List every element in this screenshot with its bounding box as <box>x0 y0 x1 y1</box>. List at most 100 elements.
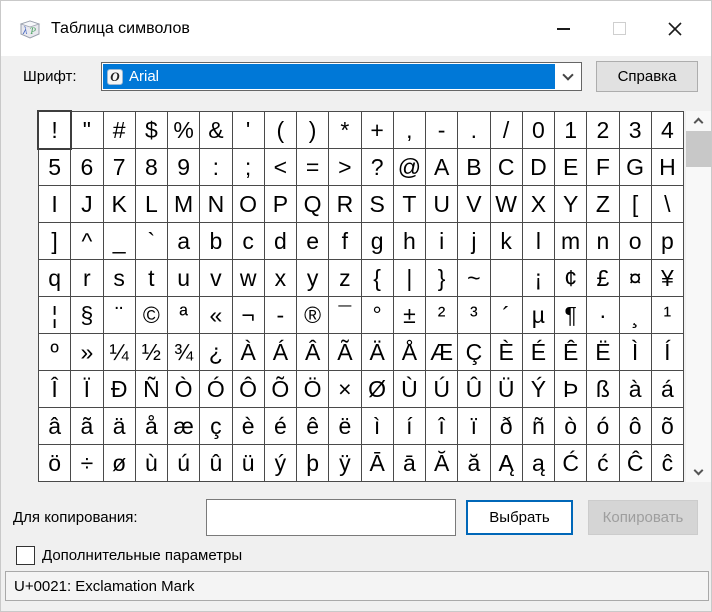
char-cell[interactable]: Q <box>297 186 328 222</box>
char-cell[interactable]: & <box>200 112 231 148</box>
char-cell[interactable]: Ú <box>426 371 457 407</box>
char-cell[interactable]: c <box>233 223 264 259</box>
char-cell[interactable]: ø <box>104 445 135 481</box>
close-button[interactable] <box>647 1 703 56</box>
char-cell[interactable]: Z <box>587 186 618 222</box>
char-cell[interactable]: ¼ <box>104 334 135 370</box>
char-cell[interactable]: q <box>39 260 70 296</box>
char-cell[interactable]: § <box>71 297 102 333</box>
char-cell[interactable]: k <box>491 223 522 259</box>
char-cell[interactable]: ã <box>71 408 102 444</box>
char-cell[interactable]: A <box>426 149 457 185</box>
char-cell[interactable]: ` <box>136 223 167 259</box>
char-cell[interactable]: æ <box>168 408 199 444</box>
char-cell[interactable]: Å <box>394 334 425 370</box>
char-cell[interactable]: 0 <box>523 112 554 148</box>
char-cell[interactable]: é <box>265 408 296 444</box>
char-cell[interactable]: Í <box>652 334 683 370</box>
char-cell[interactable]: K <box>104 186 135 222</box>
char-cell[interactable]: Ć <box>555 445 586 481</box>
char-cell[interactable]: 1 <box>555 112 586 148</box>
char-cell[interactable]: ö <box>39 445 70 481</box>
char-cell[interactable]: b <box>200 223 231 259</box>
char-cell[interactable]: â <box>39 408 70 444</box>
char-cell[interactable]: ç <box>200 408 231 444</box>
char-cell[interactable]: a <box>168 223 199 259</box>
char-cell[interactable]: ò <box>555 408 586 444</box>
char-cell[interactable]: + <box>362 112 393 148</box>
char-cell[interactable]: ó <box>587 408 618 444</box>
char-cell[interactable]: » <box>71 334 102 370</box>
char-cell[interactable]: ´ <box>491 297 522 333</box>
char-cell[interactable]: . <box>458 112 489 148</box>
char-cell[interactable]: è <box>233 408 264 444</box>
char-cell[interactable]: w <box>233 260 264 296</box>
char-cell[interactable]: í <box>394 408 425 444</box>
char-cell[interactable]: ă <box>458 445 489 481</box>
char-cell[interactable]: ¤ <box>620 260 651 296</box>
char-cell[interactable]: z <box>329 260 360 296</box>
char-cell[interactable]: ù <box>136 445 167 481</box>
char-cell[interactable]: Á <box>265 334 296 370</box>
char-cell[interactable]: _ <box>104 223 135 259</box>
char-cell[interactable]: $ <box>136 112 167 148</box>
char-cell[interactable]: Ì <box>620 334 651 370</box>
char-cell[interactable]: m <box>555 223 586 259</box>
char-cell[interactable]: % <box>168 112 199 148</box>
char-cell[interactable]: Ã <box>329 334 360 370</box>
char-cell[interactable]: i <box>426 223 457 259</box>
font-combobox[interactable]: O Arial <box>101 62 582 91</box>
help-button[interactable]: Справка <box>596 61 698 92</box>
char-cell[interactable]: î <box>426 408 457 444</box>
char-cell[interactable]: > <box>329 149 360 185</box>
char-cell[interactable]: ć <box>587 445 618 481</box>
char-cell[interactable]: M <box>168 186 199 222</box>
char-cell[interactable]: ¯ <box>329 297 360 333</box>
char-cell[interactable]: * <box>329 112 360 148</box>
char-cell[interactable]: Ò <box>168 371 199 407</box>
char-cell[interactable]: ¹ <box>652 297 683 333</box>
char-cell[interactable]: Y <box>555 186 586 222</box>
char-cell[interactable]: ô <box>620 408 651 444</box>
char-cell[interactable]: ¡ <box>523 260 554 296</box>
char-cell[interactable]: ð <box>491 408 522 444</box>
char-cell[interactable]: u <box>168 260 199 296</box>
char-cell[interactable]: ^ <box>71 223 102 259</box>
char-cell[interactable]: ï <box>458 408 489 444</box>
char-cell[interactable]: 7 <box>104 149 135 185</box>
char-cell[interactable]: ā <box>394 445 425 481</box>
char-cell[interactable]: G <box>620 149 651 185</box>
char-cell[interactable]: Û <box>458 371 489 407</box>
char-cell[interactable]: | <box>394 260 425 296</box>
char-cell[interactable]: U <box>426 186 457 222</box>
char-cell[interactable]: ) <box>297 112 328 148</box>
char-cell[interactable]: ª <box>168 297 199 333</box>
char-cell[interactable]: o <box>620 223 651 259</box>
char-cell[interactable]: Ê <box>555 334 586 370</box>
char-cell[interactable]: ¶ <box>555 297 586 333</box>
char-cell[interactable]: N <box>200 186 231 222</box>
char-cell[interactable]: D <box>523 149 554 185</box>
char-cell[interactable]: W <box>491 186 522 222</box>
char-cell[interactable]: f <box>329 223 360 259</box>
char-cell[interactable]: J <box>71 186 102 222</box>
char-cell[interactable]: Æ <box>426 334 457 370</box>
char-cell[interactable]: × <box>329 371 360 407</box>
char-cell[interactable]: Ą <box>491 445 522 481</box>
char-cell[interactable]: ® <box>297 297 328 333</box>
char-cell[interactable]: à <box>620 371 651 407</box>
char-cell[interactable]: Ç <box>458 334 489 370</box>
char-cell[interactable]: C <box>491 149 522 185</box>
char-cell[interactable]: Ë <box>587 334 618 370</box>
char-cell[interactable]: ą <box>523 445 554 481</box>
char-cell[interactable] <box>491 260 522 296</box>
char-cell[interactable]: ü <box>233 445 264 481</box>
char-cell[interactable]: £ <box>587 260 618 296</box>
char-cell[interactable]: - <box>426 112 457 148</box>
scroll-up-button[interactable] <box>686 111 711 130</box>
char-cell[interactable]: S <box>362 186 393 222</box>
scrollbar-thumb[interactable] <box>686 131 711 167</box>
char-cell[interactable]: Ă <box>426 445 457 481</box>
char-cell[interactable]: V <box>458 186 489 222</box>
char-cell[interactable]: Ý <box>523 371 554 407</box>
